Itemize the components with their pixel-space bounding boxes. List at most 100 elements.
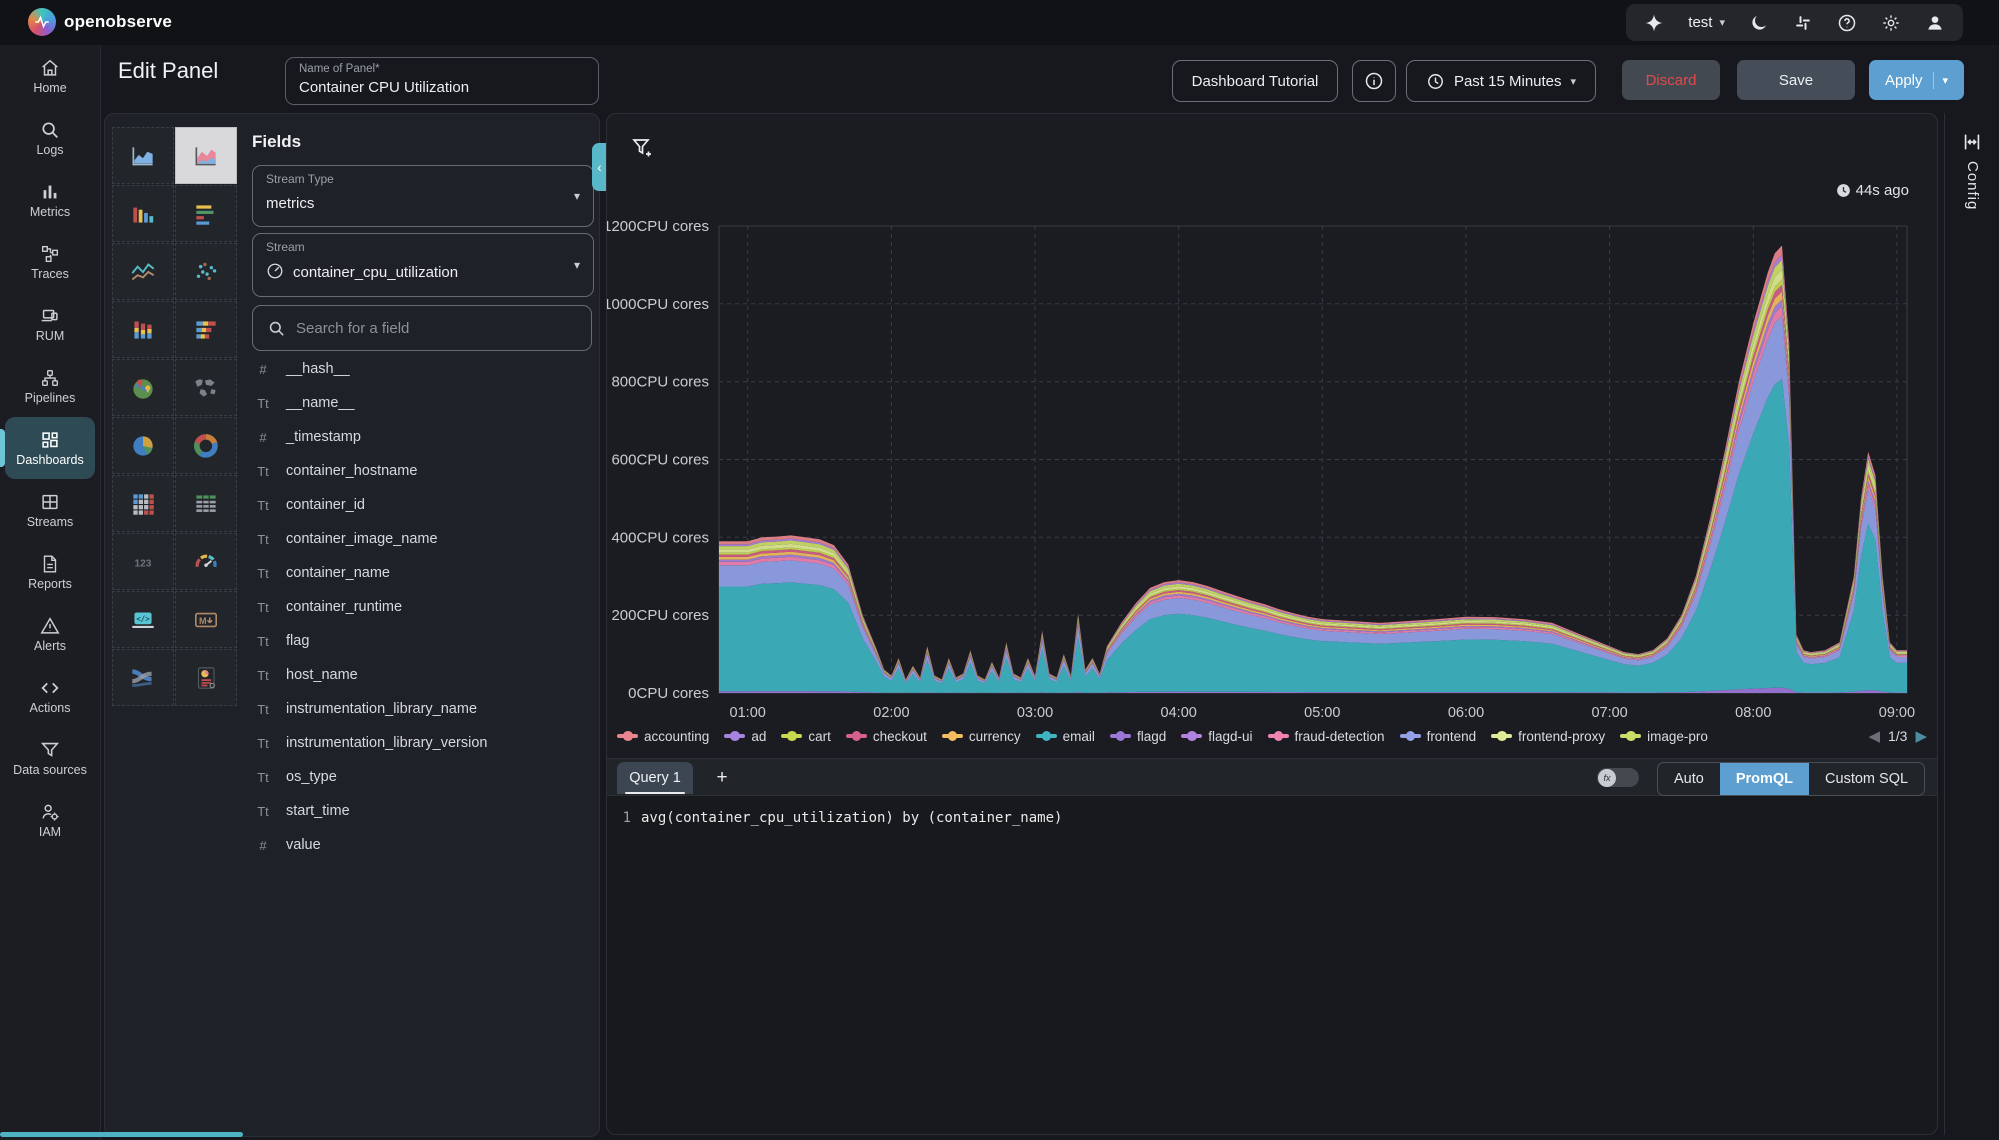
sidebar-item-home[interactable]: Home bbox=[0, 45, 100, 107]
sidebar-item-iam[interactable]: IAM bbox=[0, 789, 100, 851]
chart-type-stacked-bar[interactable] bbox=[112, 301, 174, 358]
stream-type-select[interactable]: Stream Type metrics ▾ bbox=[252, 165, 594, 227]
field-name: os_type bbox=[286, 769, 337, 785]
field-search-input[interactable]: Search for a field bbox=[252, 305, 592, 351]
sidebar-item-metrics[interactable]: Metrics bbox=[0, 169, 100, 231]
dashboard-tutorial-button[interactable]: Dashboard Tutorial bbox=[1172, 60, 1338, 102]
field-item[interactable]: Tthost_name bbox=[252, 658, 592, 692]
sidebar-item-actions[interactable]: Actions bbox=[0, 665, 100, 727]
chart-type-scatter[interactable] bbox=[175, 243, 237, 300]
legend-item-frontend[interactable]: frontend bbox=[1400, 729, 1477, 744]
chart-type-line[interactable] bbox=[112, 243, 174, 300]
chart-type-metric-text[interactable]: 123 bbox=[112, 533, 174, 590]
chart-type-pie[interactable] bbox=[112, 417, 174, 474]
chart-type-stacked-area[interactable] bbox=[175, 127, 237, 184]
legend-item-checkout[interactable]: checkout bbox=[846, 729, 927, 744]
sidebar-item-logs[interactable]: Logs bbox=[0, 107, 100, 169]
chart-type-table[interactable] bbox=[175, 475, 237, 532]
chart-type-area[interactable] bbox=[112, 127, 174, 184]
legend-item-frontend-proxy[interactable]: frontend-proxy bbox=[1491, 729, 1605, 744]
chart-type-custom-chart[interactable] bbox=[175, 649, 237, 706]
field-item[interactable]: Ttinstrumentation_library_version bbox=[252, 726, 592, 760]
apply-caret-icon[interactable]: ▾ bbox=[1934, 74, 1949, 87]
stream-select[interactable]: Stream container_cpu_utilization ▾ bbox=[252, 233, 594, 297]
field-item[interactable]: Ttcontainer_image_name bbox=[252, 522, 592, 556]
legend-item-image-pro[interactable]: image-pro bbox=[1620, 729, 1708, 744]
chart-type-h-bar[interactable] bbox=[175, 185, 237, 242]
legend-item-currency[interactable]: currency bbox=[942, 729, 1021, 744]
legend-label: fraud-detection bbox=[1295, 729, 1385, 744]
sidebar-item-streams[interactable]: Streams bbox=[0, 479, 100, 541]
settings-icon[interactable] bbox=[1881, 13, 1901, 33]
cpu-chart[interactable]: 0CPU cores200CPU cores400CPU cores600CPU… bbox=[607, 114, 1937, 764]
ai-sparkle-icon[interactable] bbox=[1644, 13, 1664, 33]
legend-next-icon[interactable]: ▶ bbox=[1915, 727, 1927, 745]
chart-type-h-stacked-bar[interactable] bbox=[175, 301, 237, 358]
sidebar-item-alerts[interactable]: Alerts bbox=[0, 603, 100, 665]
field-item[interactable]: #value bbox=[252, 828, 592, 862]
sidebar-item-dashboards[interactable]: Dashboards bbox=[5, 417, 95, 479]
time-range-button[interactable]: Past 15 Minutes ▾ bbox=[1406, 60, 1596, 102]
chart-type-geomap[interactable] bbox=[112, 359, 174, 416]
mode-custom-sql[interactable]: Custom SQL bbox=[1809, 763, 1924, 795]
add-query-button[interactable]: + bbox=[707, 762, 737, 794]
chart-type-bar[interactable] bbox=[112, 185, 174, 242]
field-item[interactable]: #__hash__ bbox=[252, 352, 592, 386]
sidebar-item-label: Metrics bbox=[30, 206, 70, 220]
legend-item-cart[interactable]: cart bbox=[781, 729, 831, 744]
fields-collapse-button[interactable]: ‹ bbox=[592, 143, 607, 191]
mode-promql[interactable]: PromQL bbox=[1720, 763, 1809, 795]
field-item[interactable]: Ttcontainer_id bbox=[252, 488, 592, 522]
chart-type-heatmap[interactable] bbox=[112, 475, 174, 532]
openobserve-logo[interactable]: openobserve bbox=[28, 8, 172, 36]
query-tab[interactable]: Query 1 bbox=[617, 762, 693, 794]
chart-type-donut[interactable] bbox=[175, 417, 237, 474]
field-item[interactable]: Ttos_type bbox=[252, 760, 592, 794]
apply-button[interactable]: Apply ▾ bbox=[1869, 60, 1964, 100]
sidebar-item-reports[interactable]: Reports bbox=[0, 541, 100, 603]
save-button[interactable]: Save bbox=[1737, 60, 1855, 100]
field-item[interactable]: Ttcontainer_name bbox=[252, 556, 592, 590]
sidebar-item-data-sources[interactable]: Data sources bbox=[0, 727, 100, 789]
query-code: avg(container_cpu_utilization) by (conta… bbox=[641, 810, 1062, 826]
field-item[interactable]: Ttstart_time bbox=[252, 794, 592, 828]
field-item[interactable]: Ttcontainer_hostname bbox=[252, 454, 592, 488]
legend-prev-icon[interactable]: ◀ bbox=[1868, 727, 1880, 745]
config-tab[interactable]: Config bbox=[1944, 113, 1999, 1135]
laptop-icon bbox=[39, 305, 61, 327]
legend-item-fraud-detection[interactable]: fraud-detection bbox=[1268, 729, 1385, 744]
help-icon[interactable] bbox=[1837, 13, 1857, 33]
sidebar-item-rum[interactable]: RUM bbox=[0, 293, 100, 355]
query-mode-group: AutoPromQLCustom SQL bbox=[1657, 762, 1925, 796]
legend-item-flagd[interactable]: flagd bbox=[1110, 729, 1166, 744]
field-item[interactable]: #_timestamp bbox=[252, 420, 592, 454]
field-item[interactable]: Tt__name__ bbox=[252, 386, 592, 420]
sidebar-item-pipelines[interactable]: Pipelines bbox=[0, 355, 100, 417]
sidebar-item-traces[interactable]: Traces bbox=[0, 231, 100, 293]
field-item[interactable]: Ttinstrumentation_library_name bbox=[252, 692, 592, 726]
org-selector[interactable]: test ▾ bbox=[1688, 14, 1725, 31]
query-editor[interactable]: 1 avg(container_cpu_utilization) by (con… bbox=[607, 796, 1937, 1134]
profile-icon[interactable] bbox=[1925, 13, 1945, 33]
slack-icon[interactable] bbox=[1793, 13, 1813, 33]
chart-type-html[interactable]: </> bbox=[112, 591, 174, 648]
legend-item-flagd-ui[interactable]: flagd-ui bbox=[1181, 729, 1252, 744]
field-name: __hash__ bbox=[286, 361, 350, 377]
field-item[interactable]: Ttcontainer_runtime bbox=[252, 590, 592, 624]
panel-name-input[interactable]: Name of Panel* Container CPU Utilization bbox=[285, 57, 599, 105]
discard-button[interactable]: Discard bbox=[1622, 60, 1720, 100]
mode-auto[interactable]: Auto bbox=[1658, 763, 1720, 795]
horizontal-scrollbar[interactable] bbox=[0, 1132, 243, 1137]
fx-toggle[interactable]: fx bbox=[1597, 768, 1639, 787]
chart-type-sankey[interactable] bbox=[112, 649, 174, 706]
dark-mode-icon[interactable] bbox=[1749, 13, 1769, 33]
legend-item-email[interactable]: email bbox=[1036, 729, 1095, 744]
legend-item-accounting[interactable]: accounting bbox=[617, 729, 709, 744]
chart-type-markdown[interactable]: M bbox=[175, 591, 237, 648]
chart-type-grid: 123</>M bbox=[112, 127, 238, 706]
info-button[interactable] bbox=[1352, 60, 1396, 102]
chart-type-gauge[interactable] bbox=[175, 533, 237, 590]
legend-item-ad[interactable]: ad bbox=[724, 729, 766, 744]
chart-type-world-map[interactable] bbox=[175, 359, 237, 416]
field-item[interactable]: Ttflag bbox=[252, 624, 592, 658]
